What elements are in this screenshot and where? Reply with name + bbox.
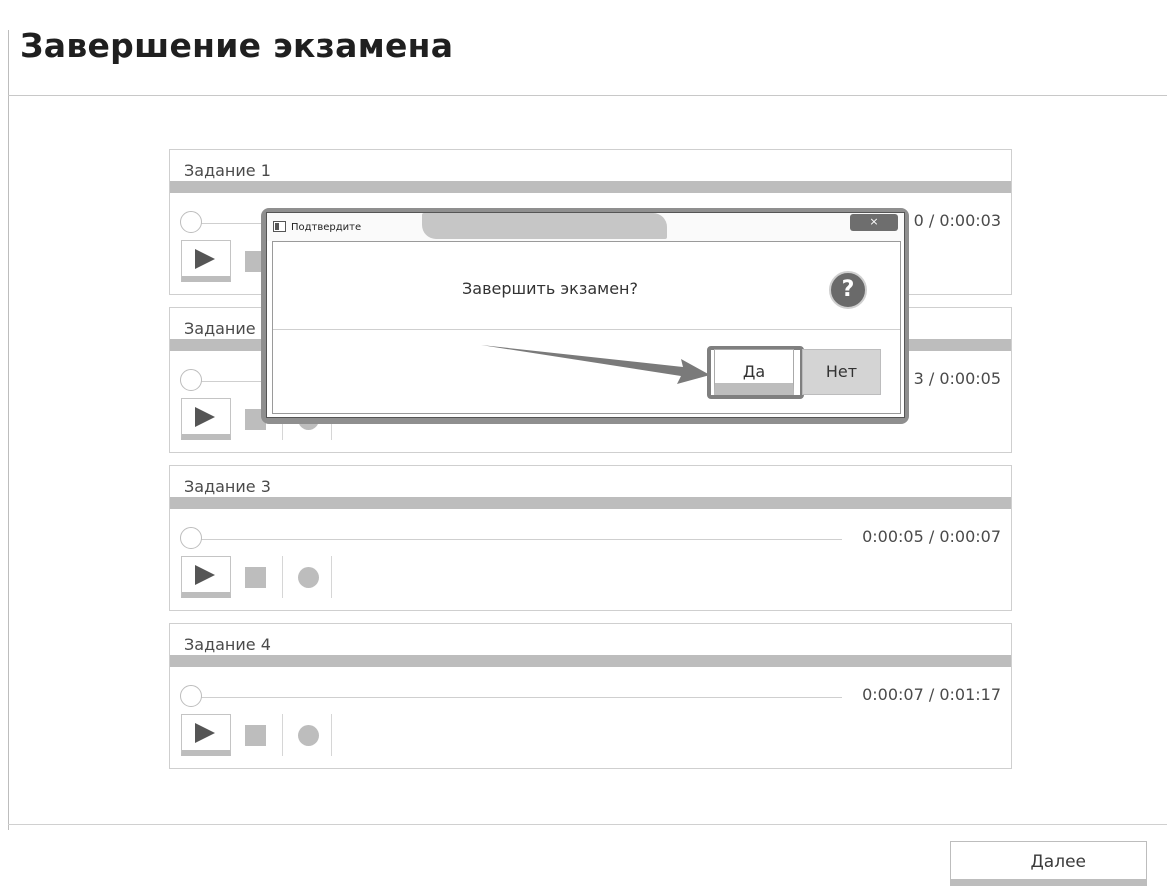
task-title: Задание 4: [184, 635, 271, 654]
play-icon: [195, 565, 215, 585]
play-icon: [195, 723, 215, 743]
confirm-dialog: Подтвердите × Завершить экзамен? ? Да Не…: [266, 212, 905, 418]
time-readout: 0 / 0:00:03: [913, 211, 1001, 230]
play-button[interactable]: [181, 556, 231, 598]
dialog-title: Подтвердите: [291, 222, 362, 233]
task-progress-bar: [170, 497, 1011, 509]
header-divider: [8, 95, 1167, 96]
stop-button[interactable]: [237, 556, 277, 598]
time-readout: 3 / 0:00:05: [913, 369, 1001, 388]
stop-button[interactable]: [237, 714, 277, 756]
record-icon: [298, 567, 319, 588]
window-icon: [273, 221, 286, 232]
dialog-divider: [273, 329, 900, 330]
play-button[interactable]: [181, 714, 231, 756]
play-icon: [195, 407, 215, 427]
task-progress-bar: [170, 655, 1011, 667]
record-button[interactable]: [282, 714, 332, 756]
seek-track[interactable]: [192, 539, 842, 540]
next-button[interactable]: Далее: [950, 841, 1147, 886]
record-icon: [298, 725, 319, 746]
play-icon: [195, 249, 215, 269]
time-readout: 0:00:07 / 0:01:17: [862, 685, 1001, 704]
dialog-body: Завершить экзамен? ? Да Нет: [272, 241, 901, 414]
task-title: Задание: [184, 319, 256, 338]
dialog-titlebar[interactable]: Подтвердите ×: [267, 213, 904, 241]
close-icon: ×: [869, 215, 879, 228]
stop-icon: [245, 567, 266, 588]
help-icon: ?: [829, 271, 867, 309]
record-button[interactable]: [282, 556, 332, 598]
left-border: [8, 30, 9, 830]
seek-thumb[interactable]: [180, 211, 202, 233]
page-title: Завершение экзамена: [20, 26, 454, 65]
footer-divider: [8, 824, 1167, 825]
task-card-4: Задание 4 0:00:07 / 0:01:17: [169, 623, 1012, 769]
task-card-3: Задание 3 0:00:05 / 0:00:07: [169, 465, 1012, 611]
play-button[interactable]: [181, 240, 231, 282]
titlebar-smudge: [422, 213, 667, 239]
time-readout: 0:00:05 / 0:00:07: [862, 527, 1001, 546]
task-progress-bar: [170, 181, 1011, 193]
task-title: Задание 3: [184, 477, 271, 496]
seek-thumb[interactable]: [180, 369, 202, 391]
yes-button[interactable]: Да: [714, 349, 794, 395]
seek-thumb[interactable]: [180, 527, 202, 549]
seek-thumb[interactable]: [180, 685, 202, 707]
arrow-annotation: [481, 345, 710, 384]
play-button[interactable]: [181, 398, 231, 440]
task-title: Задание 1: [184, 161, 271, 180]
stop-icon: [245, 725, 266, 746]
no-button[interactable]: Нет: [802, 349, 881, 395]
seek-track[interactable]: [192, 697, 842, 698]
close-button[interactable]: ×: [850, 214, 898, 231]
dialog-message: Завершить экзамен?: [462, 279, 638, 298]
